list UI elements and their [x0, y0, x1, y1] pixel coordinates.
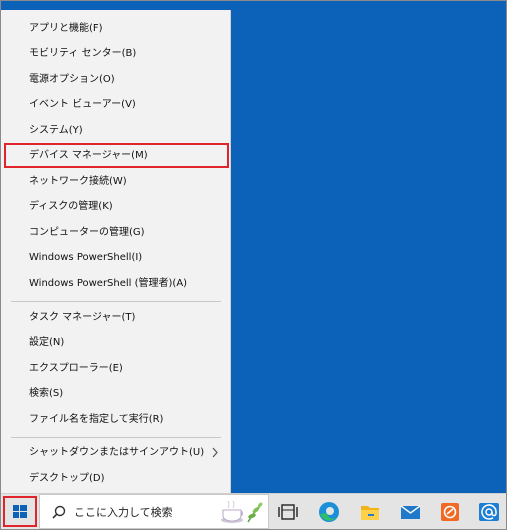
menu-item-power-options[interactable]: 電源オプション(O): [1, 67, 230, 92]
menu-item-label: ネットワーク接続(W): [29, 176, 127, 187]
menu-item-label: イベント ビューアー(V): [29, 99, 136, 110]
windows-logo-icon: [13, 505, 27, 518]
menu-item-powershell-admin[interactable]: Windows PowerShell (管理者)(A): [1, 271, 230, 296]
menu-item-label: Windows PowerShell(I): [29, 252, 143, 263]
menu-item-label: モビリティ センター(B): [29, 48, 137, 59]
menu-item-task-manager[interactable]: タスク マネージャー(T): [1, 305, 230, 330]
menu-item-label: 電源オプション(O): [29, 74, 115, 85]
taskbar: ここに入力して検索: [1, 493, 506, 529]
file-explorer-icon[interactable]: [356, 498, 384, 526]
menu-item-run[interactable]: ファイル名を指定して実行(R): [1, 407, 230, 432]
menu-separator: [11, 437, 221, 438]
menu-item-label: エクスプローラー(E): [29, 363, 123, 374]
menu-item-system[interactable]: システム(Y): [1, 118, 230, 143]
orange-app-icon[interactable]: [436, 498, 464, 526]
task-view-icon[interactable]: [274, 498, 302, 526]
menu-item-label: 設定(N): [29, 337, 65, 348]
mail-icon[interactable]: [396, 498, 424, 526]
menu-item-label: タスク マネージャー(T): [29, 312, 136, 323]
menu-item-apps-features[interactable]: アプリと機能(F): [1, 16, 230, 41]
menu-item-disk-management[interactable]: ディスクの管理(K): [1, 194, 230, 219]
menu-separator: [11, 301, 221, 302]
menu-item-label: 検索(S): [29, 388, 64, 399]
search-icon: [52, 505, 66, 519]
tea-cup-icon: [221, 500, 263, 523]
winx-context-menu: アプリと機能(F) モビリティ センター(B) 電源オプション(O) イベント …: [1, 10, 231, 495]
menu-item-search[interactable]: 検索(S): [1, 381, 230, 406]
menu-item-computer-management[interactable]: コンピューターの管理(G): [1, 220, 230, 245]
chevron-right-icon: [212, 447, 218, 458]
edge-icon[interactable]: [315, 498, 343, 526]
menu-item-powershell[interactable]: Windows PowerShell(I): [1, 245, 230, 270]
search-placeholder: ここに入力して検索: [74, 506, 173, 519]
menu-item-desktop[interactable]: デスクトップ(D): [1, 466, 230, 491]
at-sign-app-icon[interactable]: [475, 498, 503, 526]
menu-item-device-manager[interactable]: デバイス マネージャー(M): [4, 143, 229, 168]
screen: アプリと機能(F) モビリティ センター(B) 電源オプション(O) イベント …: [0, 0, 507, 530]
menu-item-label: Windows PowerShell (管理者)(A): [29, 278, 188, 289]
menu-item-label: ディスクの管理(K): [29, 201, 113, 212]
menu-item-label: デバイス マネージャー(M): [29, 150, 148, 161]
menu-item-settings[interactable]: 設定(N): [1, 330, 230, 355]
menu-item-label: システム(Y): [29, 125, 83, 136]
menu-item-label: デスクトップ(D): [29, 473, 105, 484]
menu-item-label: コンピューターの管理(G): [29, 227, 145, 238]
desktop-background[interactable]: [231, 1, 506, 493]
start-button[interactable]: [3, 496, 37, 527]
menu-item-mobility-center[interactable]: モビリティ センター(B): [1, 41, 230, 66]
menu-item-shutdown-signout[interactable]: シャットダウンまたはサインアウト(U): [1, 440, 230, 465]
menu-item-network-connections[interactable]: ネットワーク接続(W): [1, 169, 230, 194]
menu-item-label: ファイル名を指定して実行(R): [29, 414, 164, 425]
menu-item-file-explorer[interactable]: エクスプローラー(E): [1, 356, 230, 381]
menu-item-label: シャットダウンまたはサインアウト(U): [29, 447, 205, 458]
menu-item-label: アプリと機能(F): [29, 23, 103, 34]
menu-item-event-viewer[interactable]: イベント ビューアー(V): [1, 92, 230, 117]
taskbar-search-box[interactable]: ここに入力して検索: [39, 494, 269, 529]
